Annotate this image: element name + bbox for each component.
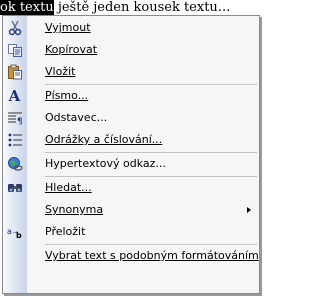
- menu-item-translate[interactable]: a → b Přeložit: [3, 221, 259, 243]
- svg-text:¶: ¶: [17, 117, 23, 126]
- menu-item-label: Hledat...: [45, 181, 92, 194]
- document-text-line: ok textu ještě jeden kousek textu...: [0, 0, 264, 15]
- paste-icon: [6, 64, 23, 80]
- menu-item-synonyms[interactable]: Synonyma: [3, 199, 259, 221]
- menu-item-font[interactable]: A Písmo...: [3, 85, 259, 107]
- menu-item-label: Hypertextový odkaz...: [45, 157, 166, 170]
- selected-text[interactable]: ok textu: [0, 0, 54, 15]
- menu-item-label: Kopírovat: [45, 43, 98, 56]
- menu-item-paragraph[interactable]: ¶ Odstavec...: [3, 107, 259, 129]
- scissors-icon: [6, 20, 23, 36]
- svg-text:a: a: [7, 227, 12, 236]
- menu-item-bullets-numbering[interactable]: Odrážky a číslování...: [3, 129, 259, 151]
- menu-item-paste[interactable]: Vložit: [3, 61, 259, 83]
- menu-item-search[interactable]: Hledat...: [3, 177, 259, 199]
- search-icon: [6, 180, 23, 196]
- svg-text:b: b: [16, 231, 22, 240]
- menu-item-hyperlink[interactable]: Hypertextový odkaz...: [3, 153, 259, 175]
- menu-item-label: Vybrat text s podobným formátováním: [45, 249, 259, 262]
- translate-icon: a → b: [6, 224, 23, 240]
- menu-item-label: Odrážky a číslování...: [45, 133, 163, 146]
- document-trailing-text[interactable]: ještě jeden kousek textu...: [54, 0, 230, 15]
- menu-item-copy[interactable]: Kopírovat: [3, 39, 259, 61]
- bullets-icon: [6, 132, 23, 148]
- paragraph-icon: ¶: [6, 110, 23, 126]
- copy-icon: [6, 42, 23, 58]
- menu-item-select-similar-formatting[interactable]: Vybrat text s podobným formátováním: [3, 245, 259, 267]
- context-menu: Vyjmout Kopírovat Vložit A Písmo... ¶ Od…: [2, 15, 260, 294]
- menu-item-label: Synonyma: [45, 203, 104, 216]
- menu-item-cut[interactable]: Vyjmout: [3, 17, 259, 39]
- menu-item-label: Přeložit: [45, 225, 86, 238]
- menu-item-label: Vložit: [45, 65, 76, 78]
- menu-item-label: Písmo...: [45, 89, 89, 102]
- font-icon: A: [8, 87, 21, 105]
- hyperlink-icon: [6, 156, 23, 172]
- menu-item-label: Odstavec...: [45, 111, 108, 124]
- menu-item-label: Vyjmout: [45, 21, 91, 34]
- submenu-arrow-icon: [247, 207, 251, 213]
